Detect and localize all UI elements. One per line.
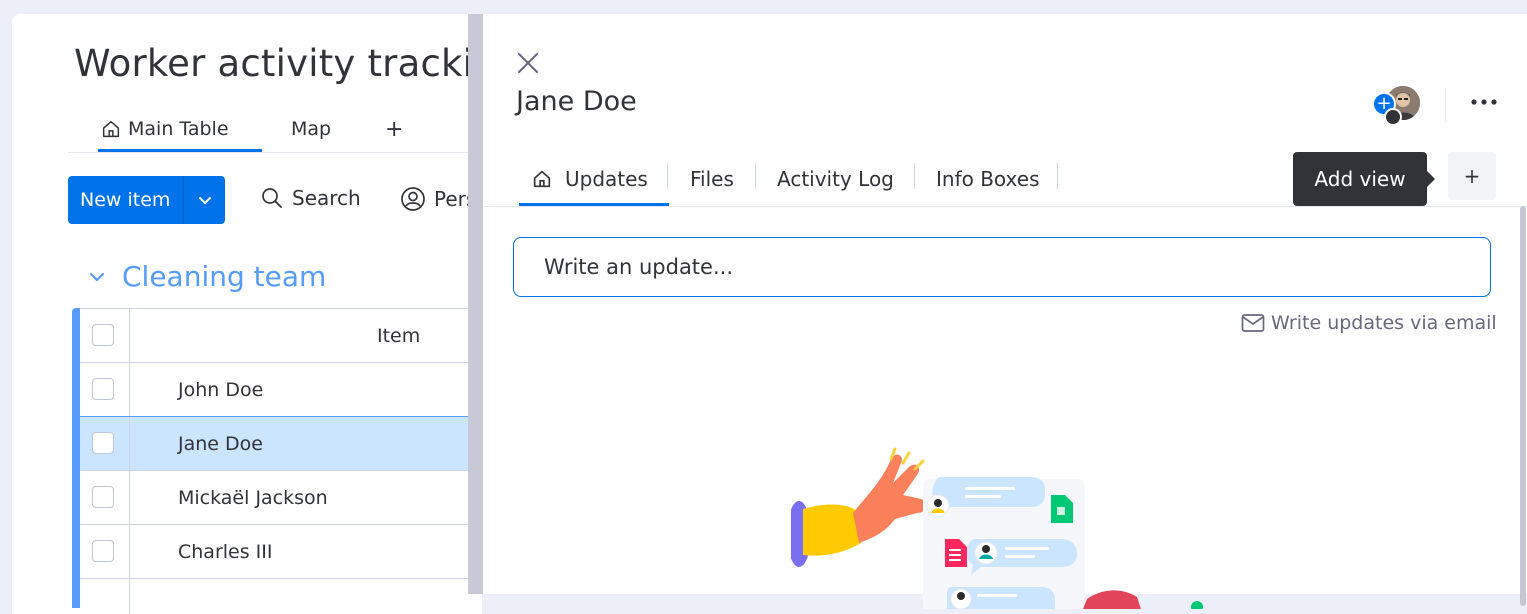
update-placeholder: Write an update... bbox=[544, 255, 733, 279]
add-view-tab[interactable]: + bbox=[385, 108, 403, 150]
row-item-name[interactable]: Charles III bbox=[178, 525, 272, 578]
tab-label: Info Boxes bbox=[936, 166, 1040, 191]
tab-separator bbox=[755, 163, 756, 189]
checkbox-cell bbox=[80, 471, 130, 524]
row-item-name[interactable]: Mickaël Jackson bbox=[178, 471, 328, 524]
home-badge-icon bbox=[1384, 108, 1402, 126]
table-row[interactable]: John Doe bbox=[80, 362, 482, 416]
view-tab-label: Main Table bbox=[128, 117, 229, 140]
view-tab-label: Map bbox=[291, 118, 332, 140]
view-tab-main-table[interactable]: Main Table bbox=[98, 108, 262, 152]
tab-separator bbox=[914, 163, 915, 189]
empty-updates-illustration bbox=[791, 447, 1203, 609]
board: Worker activity tracking Main Table Map … bbox=[12, 14, 482, 614]
home-icon bbox=[102, 120, 120, 137]
tab-files[interactable]: Files bbox=[690, 154, 734, 203]
table-row[interactable] bbox=[80, 578, 482, 614]
add-view-tooltip: Add view bbox=[1293, 152, 1435, 206]
row-checkbox[interactable] bbox=[92, 486, 114, 508]
chevron-down-icon[interactable] bbox=[88, 268, 106, 286]
row-checkbox[interactable] bbox=[92, 432, 114, 454]
tab-label: Files bbox=[690, 166, 734, 191]
email-link-label: Write updates via email bbox=[1271, 312, 1497, 334]
scrollbar[interactable] bbox=[1520, 206, 1526, 606]
add-view-button[interactable]: + bbox=[1448, 152, 1496, 200]
checkbox-cell bbox=[80, 417, 130, 470]
select-all-checkbox[interactable] bbox=[92, 324, 114, 346]
table-header-row: Item bbox=[80, 308, 482, 362]
checkbox-cell bbox=[80, 309, 130, 362]
search-button[interactable]: Search bbox=[260, 186, 361, 210]
new-item-button[interactable]: New item bbox=[68, 176, 225, 224]
email-updates-link[interactable]: Write updates via email bbox=[1241, 312, 1497, 334]
close-icon[interactable] bbox=[515, 50, 541, 76]
tab-separator bbox=[1057, 163, 1058, 189]
tab-label: Activity Log bbox=[777, 166, 894, 191]
checkbox-cell bbox=[80, 579, 130, 614]
group-name[interactable]: Cleaning team bbox=[122, 260, 326, 293]
more-icon[interactable] bbox=[1468, 90, 1500, 114]
checkbox-cell bbox=[80, 525, 130, 578]
tab-activity-log[interactable]: Activity Log bbox=[777, 154, 894, 203]
board-view-tabs: Main Table Map + bbox=[68, 108, 482, 153]
tab-info-boxes[interactable]: Info Boxes bbox=[936, 154, 1040, 203]
row-item-name[interactable]: Jane Doe bbox=[178, 417, 263, 470]
new-item-dropdown[interactable] bbox=[184, 176, 225, 224]
header-divider bbox=[1445, 88, 1446, 122]
tab-separator bbox=[667, 163, 668, 189]
tab-label: Updates bbox=[565, 166, 648, 191]
row-item-name[interactable]: John Doe bbox=[178, 363, 263, 416]
update-input[interactable]: Write an update... bbox=[513, 237, 1491, 297]
home-icon bbox=[533, 170, 551, 187]
row-checkbox[interactable] bbox=[92, 540, 114, 562]
checkbox-cell bbox=[80, 363, 130, 416]
board-title[interactable]: Worker activity tracking bbox=[74, 42, 482, 85]
group-header[interactable]: Cleaning team bbox=[88, 260, 326, 293]
new-item-label: New item bbox=[80, 189, 171, 211]
row-checkbox[interactable] bbox=[92, 378, 114, 400]
tab-updates[interactable]: Updates bbox=[519, 154, 669, 206]
view-tab-map[interactable]: Map bbox=[291, 108, 331, 150]
search-icon bbox=[262, 188, 282, 208]
table-row-selected[interactable]: Jane Doe bbox=[80, 416, 482, 471]
plus-icon: + bbox=[385, 116, 404, 142]
chevron-down-icon bbox=[198, 197, 211, 204]
table-row[interactable]: Charles III bbox=[80, 524, 482, 578]
table-row[interactable]: Mickaël Jackson bbox=[80, 470, 482, 524]
item-title[interactable]: Jane Doe bbox=[516, 86, 637, 117]
mail-icon bbox=[1241, 314, 1265, 332]
group-color-bar bbox=[72, 308, 80, 608]
search-label: Search bbox=[292, 186, 361, 210]
column-header-item[interactable]: Item bbox=[377, 309, 420, 362]
subscribers[interactable]: + bbox=[1372, 84, 1424, 126]
item-panel: Jane Doe + Updates Files Activity Log In… bbox=[468, 14, 1527, 609]
person-icon bbox=[401, 187, 425, 211]
